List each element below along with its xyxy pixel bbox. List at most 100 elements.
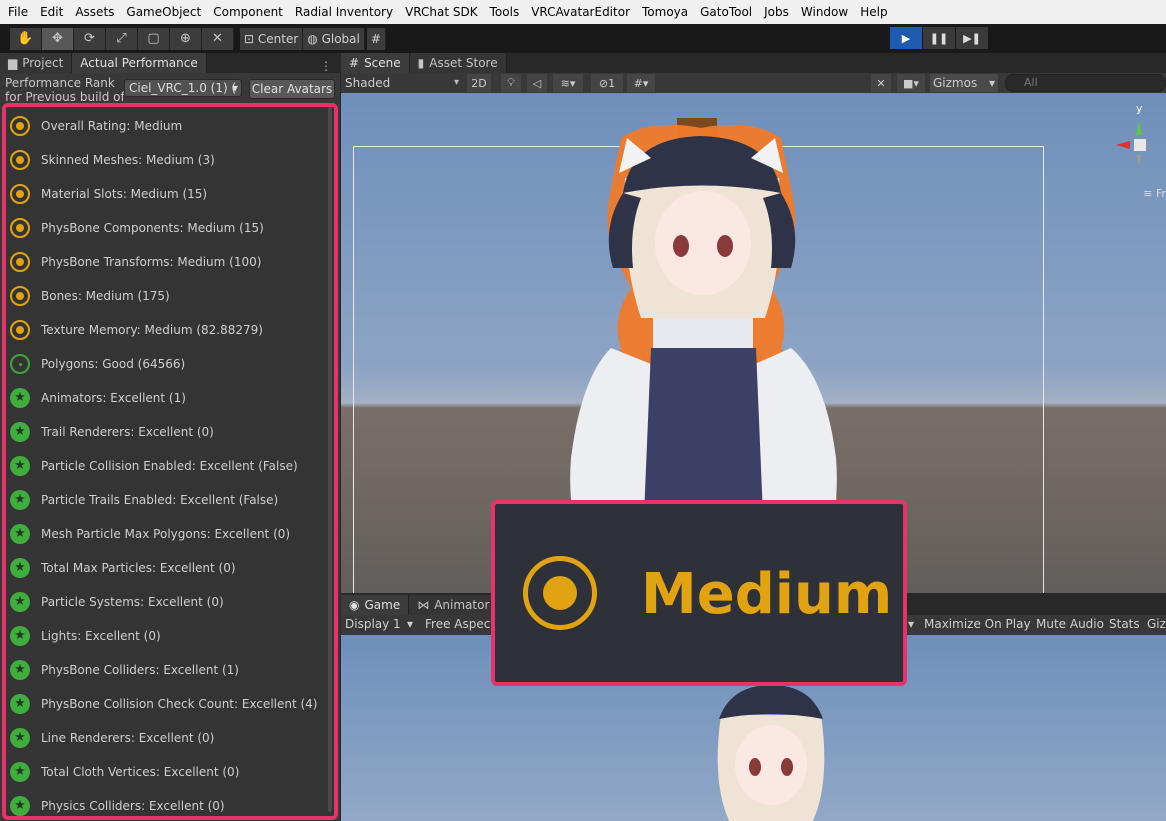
hidden-count: 1 [608,76,616,90]
menu-item-tools[interactable]: Tools [484,5,526,19]
hand-tool-icon[interactable]: ✋ [10,27,42,50]
excellent-rating-icon: ★ [10,626,30,646]
tab-animator[interactable]: ⋈ Animator [409,595,499,615]
menu-item-tomoya[interactable]: Tomoya [636,5,694,19]
tab-project[interactable]: ▆ Project [0,53,73,73]
stats-button[interactable]: Stats [1109,617,1140,631]
perspective-label[interactable]: ≡ Fr [1143,187,1166,200]
menu-item-edit[interactable]: Edit [34,5,69,19]
menu-item-help[interactable]: Help [854,5,893,19]
performance-stats-list[interactable]: Overall Rating: Medium Skinned Meshes: Me… [2,103,338,820]
rect-tool-icon[interactable]: ▢ [138,27,170,50]
rotate-tool-icon[interactable]: ⟳ [74,27,106,50]
2d-toggle-button[interactable]: 2D [467,74,491,92]
scale-tool-icon[interactable]: ⤢ [106,27,138,50]
tab-asset-store[interactable]: ▮ Asset Store [409,53,507,73]
stat-row: ★ Total Cloth Vertices: Excellent (0) [6,755,326,789]
lighting-icon[interactable]: 💡︎ [501,74,521,92]
face [655,191,751,295]
transform-tool-icon[interactable]: ⊕ [170,27,202,50]
pivot-center-button[interactable]: ⊡ Center [240,27,304,50]
tab-asset-store-label: Asset Store [429,56,498,70]
stat-row: ★ Physics Colliders: Excellent (0) [6,789,326,816]
left-tabs: ▆ Project Actual Performance ⋮ [0,53,340,73]
global-label: Global [321,31,360,46]
menu-item-gatotool[interactable]: GatoTool [694,5,758,19]
scene-tabs: # Scene ▮ Asset Store [341,53,1166,73]
menu-item-vrchat-sdk[interactable]: VRChat SDK [399,5,484,19]
folder-icon: ▆ [8,56,18,70]
x-axis-icon [1116,141,1130,149]
clear-avatars-button[interactable]: Clear Avatars [249,79,335,99]
stat-row: ★ Particle Collision Enabled: Excellent (… [6,449,326,483]
hidden-objects-icon[interactable]: ⊘ 1 [591,74,623,92]
audio-icon[interactable]: ◁ [527,74,547,92]
tab-project-label: Project [22,56,64,70]
left-eye [673,235,689,257]
effects-icon[interactable]: ≋▾ [553,74,583,92]
tab-game-label: Game [364,598,401,612]
shading-mode-select[interactable]: Shaded [343,74,461,92]
menu-item-gameobject[interactable]: GameObject [120,5,207,19]
maximize-on-play-button[interactable]: Maximize On Play [924,617,1031,631]
grid-toggle-icon[interactable]: #▾ [627,74,655,92]
stat-row: PhysBone Components: Medium (15) [6,211,326,245]
game-right-eye [781,758,793,776]
scrollbar[interactable] [328,107,332,812]
stat-row: ★ PhysBone Collision Check Count: Excelle… [6,687,326,721]
excellent-rating-icon: ★ [10,524,30,544]
mute-audio-button[interactable]: Mute Audio [1036,617,1104,631]
tab-scene[interactable]: # Scene [341,53,410,73]
tools-icon[interactable]: ✕ [871,74,891,92]
globe-icon: ◍ [307,31,322,46]
medium-rating-icon [10,116,30,136]
play-icon[interactable]: ▶ [890,27,922,49]
stat-label: Total Cloth Vertices: Excellent (0) [41,765,240,779]
game-beanie [719,685,823,719]
step-icon[interactable]: ▶❚ [956,27,988,49]
more-menu-icon[interactable]: ⋮ [320,59,340,73]
scene-search-input[interactable]: All [1005,74,1166,92]
menu-item-vrcavatareditor[interactable]: VRCAvatarEditor [525,5,636,19]
stat-row: ★ Total Max Particles: Excellent (0) [6,551,326,585]
stat-row: Material Slots: Medium (15) [6,177,326,211]
menu-item-window[interactable]: Window [795,5,854,19]
custom-tool-icon[interactable]: ✕ [202,27,234,50]
gamepad-icon: ◉ [349,598,360,612]
scene-orientation-gizmo[interactable]: y x [1116,99,1166,179]
stat-label: Animators: Excellent (1) [41,391,186,405]
menu-item-radial-inventory[interactable]: Radial Inventory [289,5,399,19]
center-icon: ⊡ [244,31,258,46]
camera-icon[interactable]: ■▾ [897,74,925,92]
aspect-select[interactable]: Free Aspect [425,617,495,631]
grid-icon: # [370,31,381,46]
avatar-select[interactable]: Ciel_VRC_1.0 (1) (▾ [124,79,242,97]
tab-animator-label: Animator [434,598,490,612]
stat-label: PhysBone Components: Medium (15) [41,221,264,235]
menu-item-file[interactable]: File [2,5,34,19]
medium-rating-icon [10,150,30,170]
stat-label: Total Max Particles: Excellent (0) [41,561,236,575]
display-select[interactable]: Display 1 [345,617,401,631]
excellent-rating-icon: ★ [10,728,30,748]
stat-label: Physics Colliders: Excellent (0) [41,799,225,813]
y-axis-icon [1136,121,1142,135]
menu-item-assets[interactable]: Assets [69,5,120,19]
stat-label: Trail Renderers: Excellent (0) [41,425,214,439]
tab-actual-performance-label: Actual Performance [80,56,198,70]
pivot-global-button[interactable]: ◍ Global [303,27,365,50]
stat-label: PhysBone Collision Check Count: Excellen… [41,697,318,711]
scene-grid-icon: # [349,56,360,70]
menu-item-component[interactable]: Component [207,5,289,19]
game-gizmos-button[interactable]: Giz [1147,617,1166,631]
move-tool-icon[interactable]: ✥ [42,27,74,50]
tab-actual-performance[interactable]: Actual Performance [72,53,207,73]
grid-snap-button[interactable]: # [366,27,386,50]
gizmos-dropdown[interactable]: Gizmos ▾ [930,74,998,92]
menu-item-jobs[interactable]: Jobs [758,5,795,19]
stat-row: ★ Particle Trails Enabled: Excellent (Fal… [6,483,326,517]
tab-game[interactable]: ◉ Game [341,595,410,615]
pause-icon[interactable]: ❚❚ [923,27,955,49]
tab-scene-label: Scene [364,56,401,70]
scene-toolbar: Shaded 2D 💡︎ ◁ ≋▾ ⊘1 #▾ ✕ ■▾ Gizmos ▾ All [341,73,1166,93]
